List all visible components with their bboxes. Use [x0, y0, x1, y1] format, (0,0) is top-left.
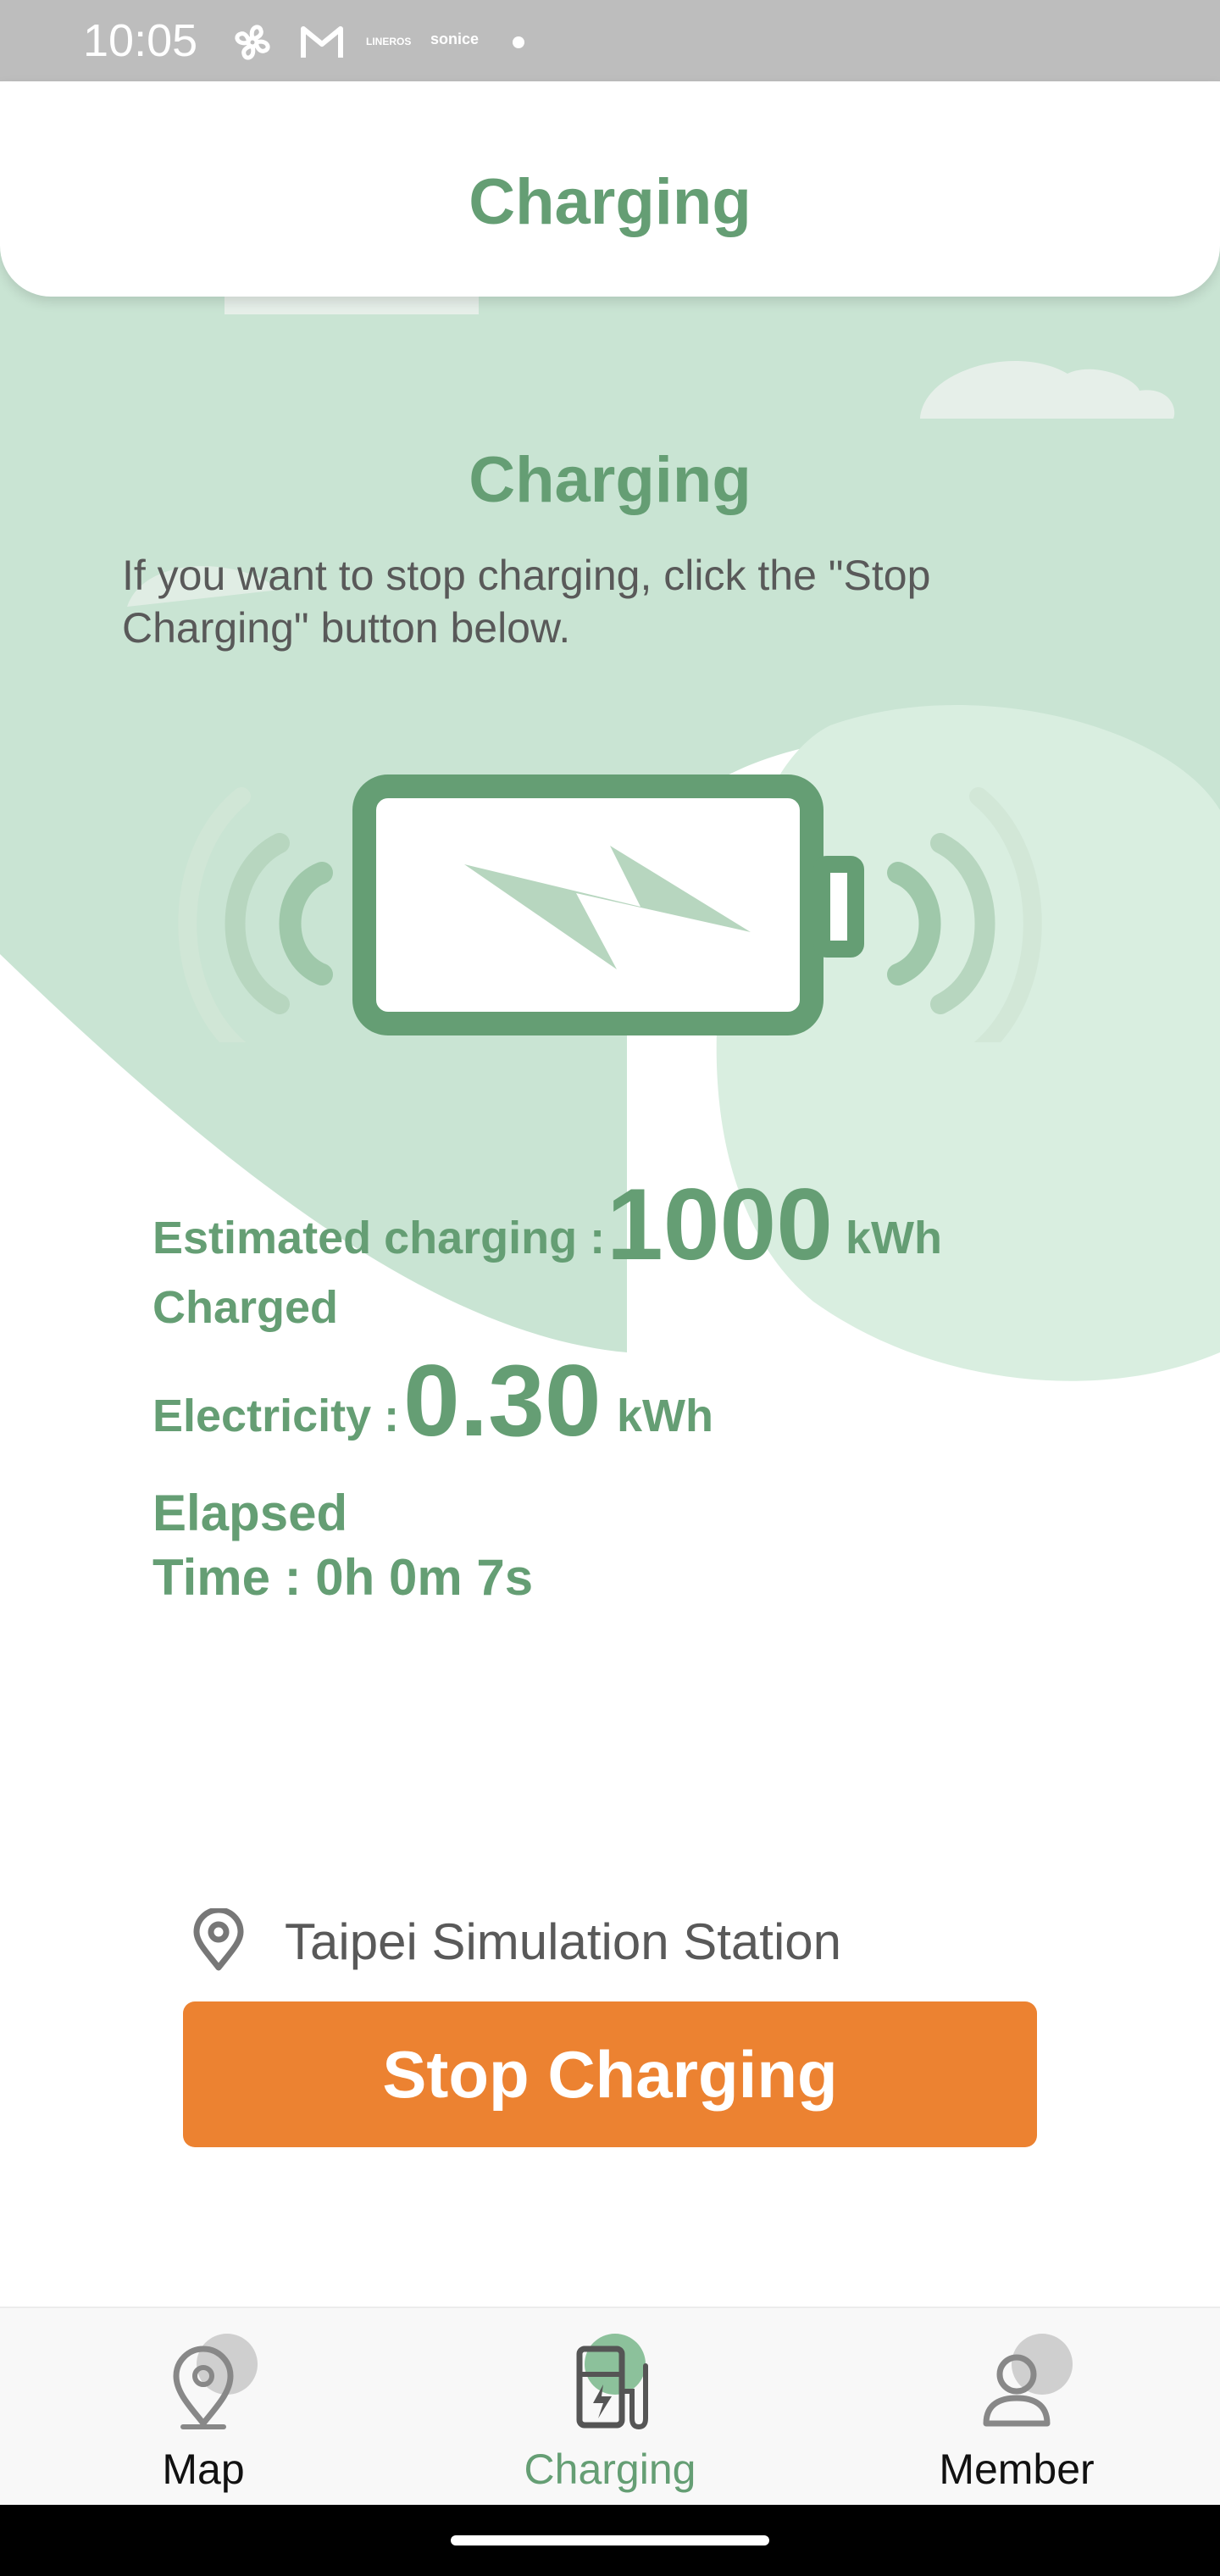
- dot-icon: [512, 36, 525, 53]
- member-icon: [957, 2332, 1076, 2434]
- electricity-unit: kWh: [617, 1391, 713, 1441]
- status-time: 10:05: [83, 15, 198, 66]
- home-indicator[interactable]: [451, 2535, 769, 2545]
- estimated-label: Estimated charging :: [152, 1213, 606, 1263]
- tab-member[interactable]: Member: [813, 2308, 1220, 2507]
- charged-label: Charged: [152, 1282, 339, 1333]
- estimated-value: 1000: [607, 1168, 833, 1281]
- elapsed-time: Time : 0h 0m 7s: [152, 1549, 534, 1606]
- header-card: Charging: [0, 81, 1220, 297]
- instruction-text: If you want to stop charging, click the …: [122, 552, 931, 652]
- charging-station-icon: [551, 2332, 669, 2434]
- electricity-label: Electricity :: [152, 1391, 400, 1441]
- tab-label: Member: [939, 2446, 1095, 2493]
- page-title: Charging: [469, 166, 751, 238]
- stop-charging-button[interactable]: Stop Charging: [183, 2001, 1037, 2147]
- system-nav-bar: [0, 2505, 1220, 2576]
- tab-label: Charging: [524, 2446, 696, 2493]
- lineros-text: LINEROS: [366, 36, 412, 47]
- bottom-tab-bar: Map Charging Member: [0, 2307, 1220, 2507]
- map-pin-icon: [144, 2332, 263, 2434]
- tab-charging[interactable]: Charging: [407, 2308, 813, 2507]
- sonice-text: sonice: [430, 31, 480, 47]
- elapsed-label: Elapsed: [152, 1485, 348, 1541]
- location-pin-icon: [186, 1907, 251, 1973]
- status-bar: 10:05 LINEROS sonice: [0, 0, 1220, 81]
- station-name: Taipei Simulation Station: [285, 1913, 842, 1970]
- electricity-value: 0.30: [403, 1344, 602, 1457]
- battery-charging-icon: [169, 771, 1051, 1060]
- fan-icon: [229, 19, 276, 70]
- tab-map[interactable]: Map: [0, 2308, 407, 2507]
- section-title: Charging: [469, 444, 751, 516]
- gmail-icon: [298, 19, 346, 70]
- tab-label: Map: [162, 2446, 245, 2493]
- estimated-unit: kWh: [846, 1213, 942, 1263]
